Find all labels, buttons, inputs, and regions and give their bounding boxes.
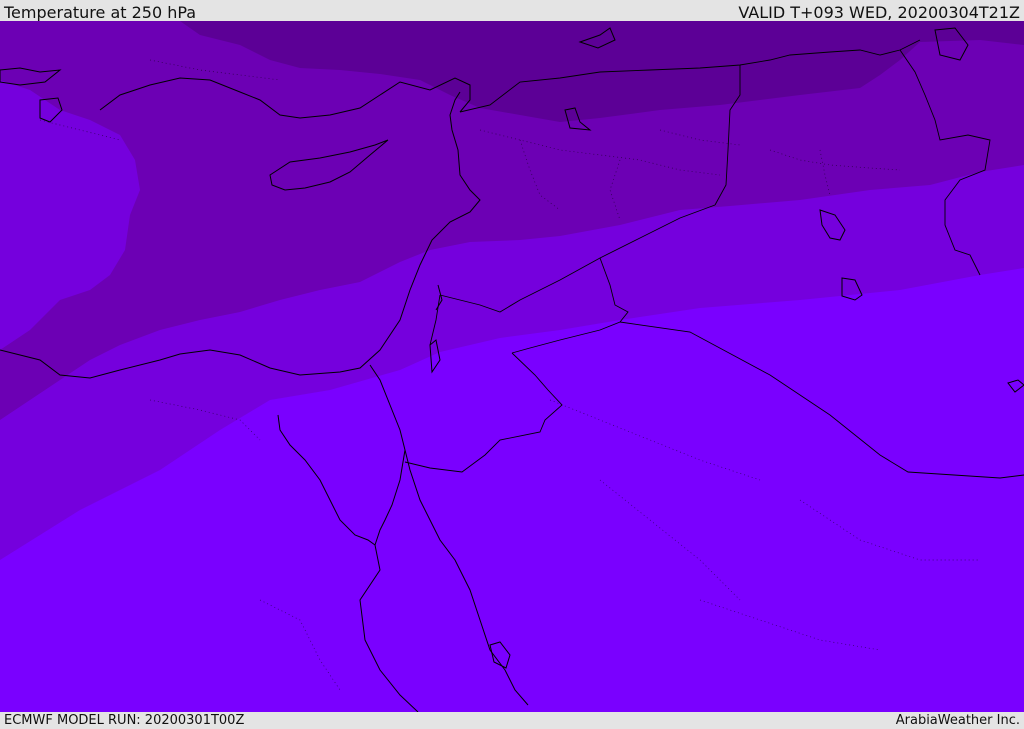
map-title: Temperature at 250 hPa (4, 3, 197, 22)
credit: ArabiaWeather Inc. (895, 713, 1020, 728)
map-panel (0, 21, 1024, 712)
model-run: ECMWF MODEL RUN: 20200301T00Z (4, 713, 245, 728)
temperature-map (0, 21, 1024, 712)
title-bar: Temperature at 250 hPa VALID T+093 WED, … (0, 0, 1024, 21)
footer-bar: ECMWF MODEL RUN: 20200301T00Z ArabiaWeat… (0, 712, 1024, 729)
valid-time: VALID T+093 WED, 20200304T21Z (738, 3, 1020, 22)
